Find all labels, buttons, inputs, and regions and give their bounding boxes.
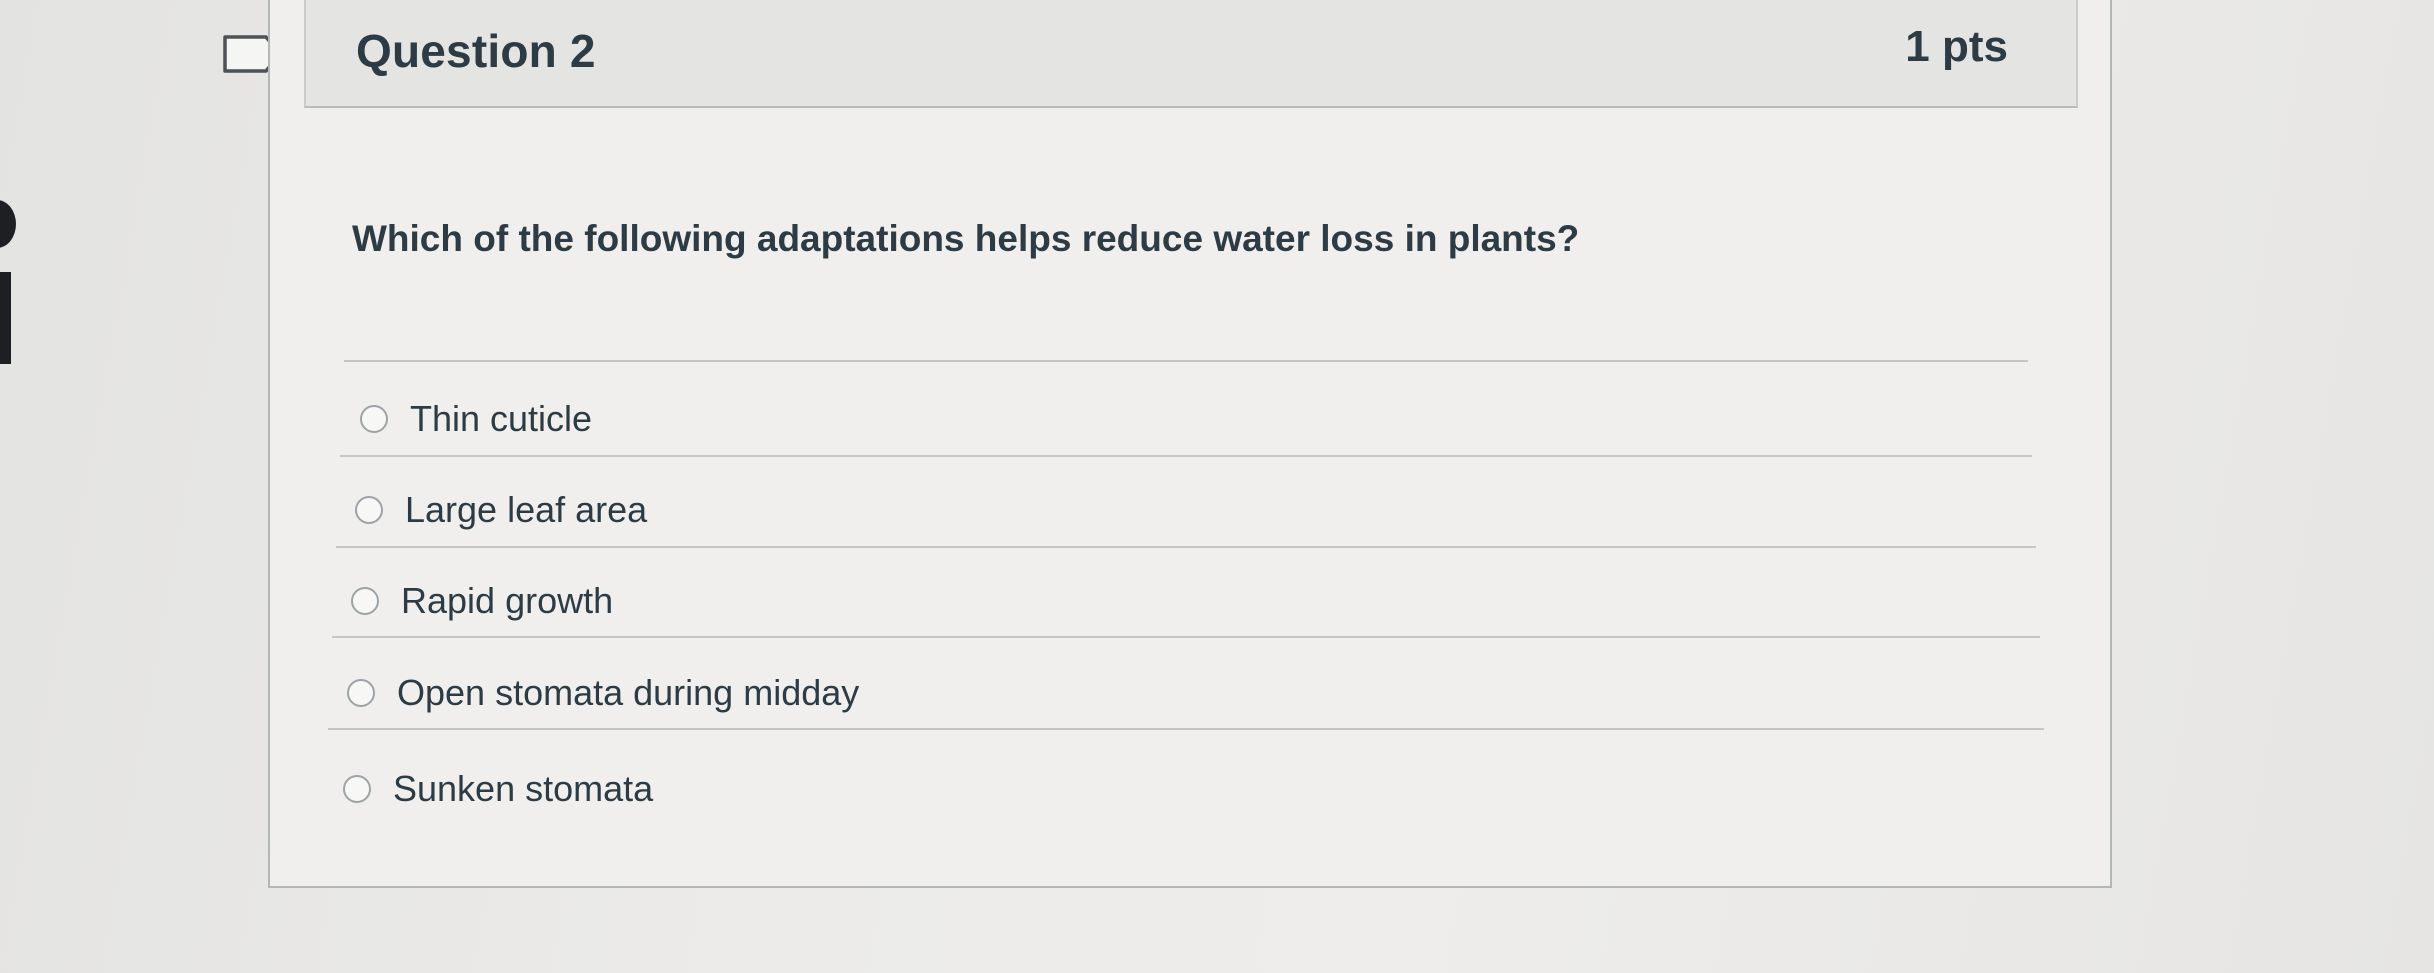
radio-unchecked-icon[interactable] <box>351 587 379 615</box>
radio-unchecked-icon[interactable] <box>355 496 383 524</box>
answer-label: Rapid growth <box>401 580 614 621</box>
answer-divider <box>340 455 2032 457</box>
edge-shape <box>0 200 16 248</box>
answer-divider <box>328 728 2044 730</box>
answer-divider <box>332 636 2040 638</box>
question-title: Question 2 <box>356 25 596 77</box>
edge-bar <box>0 272 11 364</box>
answer-label: Open stomata during midday <box>397 672 860 713</box>
radio-unchecked-icon[interactable] <box>343 775 371 803</box>
answer-label: Sunken stomata <box>393 768 654 809</box>
question-card <box>268 0 2112 888</box>
answer-option[interactable]: Open stomata during midday <box>347 672 859 714</box>
answer-option[interactable]: Sunken stomata <box>343 768 653 810</box>
answer-option[interactable]: Thin cuticle <box>360 398 592 440</box>
radio-unchecked-icon[interactable] <box>347 679 375 707</box>
answers-top-divider <box>344 360 2028 362</box>
question-points: 1 pts <box>1905 22 2008 71</box>
answer-label: Thin cuticle <box>410 398 593 439</box>
answer-divider <box>336 546 2036 548</box>
question-text: Which of the following adaptations helps… <box>352 218 1580 259</box>
answer-option[interactable]: Large leaf area <box>355 489 647 531</box>
answer-label: Large leaf area <box>405 489 648 530</box>
radio-unchecked-icon[interactable] <box>360 405 388 433</box>
answer-option[interactable]: Rapid growth <box>351 580 613 622</box>
